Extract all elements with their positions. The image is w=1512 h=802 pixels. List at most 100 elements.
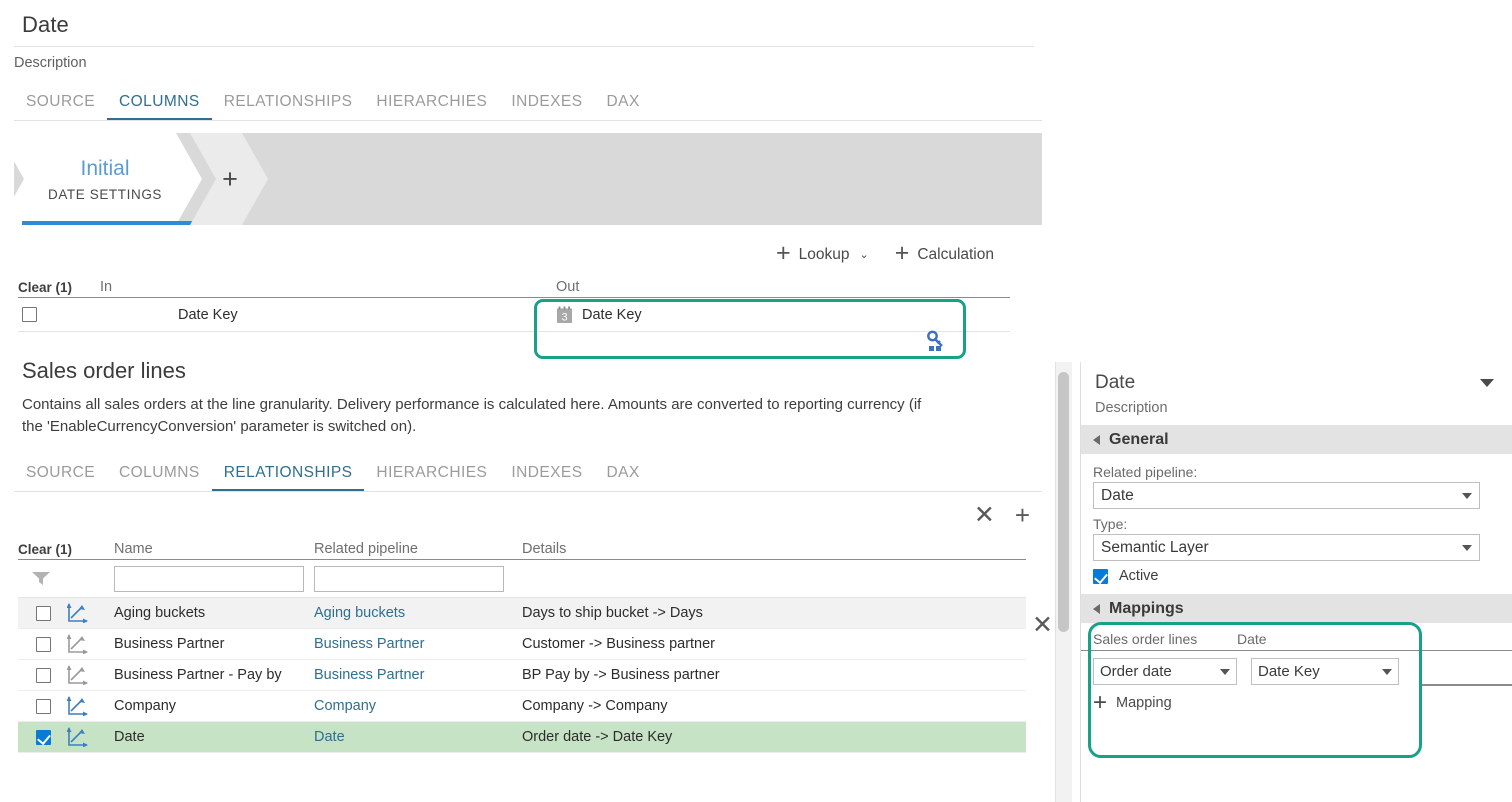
cell-rel-pipeline[interactable]: Company: [314, 698, 522, 714]
sales-tab-hierarchies[interactable]: HIERARCHIES: [364, 460, 499, 491]
row-checkbox[interactable]: [36, 699, 51, 714]
filter-pipeline-input[interactable]: [314, 566, 504, 592]
delete-relationship-icon[interactable]: ✕: [974, 503, 995, 528]
table-row[interactable]: Business Partner - Pay by Business Partn…: [18, 660, 1026, 691]
chevron-down-icon[interactable]: [1480, 379, 1494, 387]
table-row[interactable]: Business Partner Business Partner Custom…: [18, 629, 1026, 660]
row-checkbox[interactable]: [22, 307, 37, 322]
content-scrollbar-thumb[interactable]: [1058, 372, 1069, 632]
section-mappings[interactable]: Mappings: [1081, 594, 1512, 623]
add-mapping-button[interactable]: + Mapping: [1081, 685, 1512, 715]
filter-funnel-cell: [18, 572, 114, 585]
chevron-down-icon: [1462, 493, 1472, 499]
clear-filter-icon[interactable]: ✕: [1032, 610, 1053, 640]
main-content-pane: Date Description SOURCE COLUMNS RELATION…: [0, 0, 1056, 802]
type-select[interactable]: Semantic Layer: [1093, 534, 1480, 561]
relationships-grid-header: Clear (1) Name Related pipeline Details: [18, 536, 1026, 560]
tab-dax[interactable]: DAX: [595, 89, 652, 120]
row-select-cell: [18, 634, 114, 654]
cell-rel-details: BP Pay by -> Business partner: [522, 667, 1026, 683]
calendar-icon: 3: [556, 306, 573, 324]
cell-out-label: Date Key: [582, 307, 642, 323]
mapping-left-value: Order date: [1100, 663, 1172, 680]
table-row[interactable]: Aging buckets Aging buckets Days to ship…: [18, 598, 1026, 629]
properties-title-row: Date: [1081, 362, 1512, 394]
mapping-left-select[interactable]: Order date: [1093, 658, 1237, 685]
row-select-cell: [18, 665, 114, 685]
columns-grid-header: Clear (1) In Out: [18, 272, 1010, 298]
row-select-cell: [18, 696, 114, 716]
rel-header-name: Name: [114, 541, 314, 559]
chevron-down-icon[interactable]: ⌄: [859, 248, 868, 261]
svg-text:3: 3: [561, 311, 567, 323]
mappings-left-header: Sales order lines: [1093, 631, 1237, 647]
cell-rel-name: Business Partner - Pay by: [114, 667, 314, 683]
mappings-header-rule-extension: [1420, 684, 1512, 686]
tab-relationships[interactable]: RELATIONSHIPS: [212, 89, 365, 120]
relationship-icon: [67, 696, 89, 716]
clear-selection-link[interactable]: Clear (1): [18, 280, 100, 297]
cell-rel-name: Company: [114, 698, 314, 714]
triangle-expanded-icon: [1093, 435, 1100, 445]
tab-hierarchies[interactable]: HIERARCHIES: [364, 89, 499, 120]
cell-in-column: Date Key: [100, 307, 536, 323]
relationship-icon: [67, 727, 89, 747]
tab-columns[interactable]: COLUMNS: [107, 89, 212, 120]
active-checkbox[interactable]: [1093, 569, 1108, 584]
sales-tab-source[interactable]: SOURCE: [14, 460, 107, 491]
filter-name-input[interactable]: [114, 566, 304, 592]
step-active-underline: [22, 221, 200, 225]
filter-name-cell: [114, 566, 314, 592]
sales-tab-dax[interactable]: DAX: [595, 460, 652, 491]
properties-description: Description: [1081, 394, 1512, 425]
table-row[interactable]: Date Key 3 Date Key: [18, 298, 1010, 332]
type-value: Semantic Layer: [1101, 539, 1209, 557]
cell-rel-pipeline[interactable]: Business Partner: [314, 667, 522, 683]
tab-source[interactable]: SOURCE: [14, 89, 107, 120]
add-relationship-icon[interactable]: +: [1015, 502, 1030, 528]
sales-tab-relationships[interactable]: RELATIONSHIPS: [212, 460, 365, 491]
mappings-right-header: Date: [1237, 631, 1387, 647]
page-title: Date: [0, 0, 1056, 46]
filter-funnel-icon[interactable]: [32, 572, 50, 585]
rel-clear-selection-link[interactable]: Clear (1): [18, 542, 114, 559]
step-initial[interactable]: Initial DATE SETTINGS: [14, 133, 202, 225]
sales-entity-description: Contains all sales orders at the line gr…: [0, 384, 1000, 438]
row-checkbox[interactable]: [36, 606, 51, 621]
sales-entity-title: Sales order lines: [0, 332, 1056, 384]
rel-header-pipeline: Related pipeline: [314, 541, 522, 559]
add-calculation-label: Calculation: [917, 246, 994, 264]
tab-indexes[interactable]: INDEXES: [499, 89, 594, 120]
cell-rel-pipeline[interactable]: Date: [314, 729, 522, 745]
column-header-out: Out: [536, 279, 1010, 297]
triangle-expanded-icon: [1093, 604, 1100, 614]
cell-rel-details: Customer -> Business partner: [522, 636, 1026, 652]
row-checkbox[interactable]: [36, 730, 51, 745]
general-body: Related pipeline: Date Type: Semantic La…: [1081, 454, 1512, 584]
add-mapping-label: Mapping: [1116, 695, 1172, 711]
sales-tab-indexes[interactable]: INDEXES: [499, 460, 594, 491]
add-lookup-button[interactable]: + Lookup ⌄: [776, 243, 869, 266]
column-header-in: In: [100, 279, 536, 297]
cell-rel-details: Days to ship bucket -> Days: [522, 605, 1026, 621]
properties-title: Date: [1095, 372, 1135, 394]
related-pipeline-select[interactable]: Date: [1093, 482, 1480, 509]
cell-rel-name: Aging buckets: [114, 605, 314, 621]
add-calculation-button[interactable]: + Calculation: [895, 243, 994, 266]
cell-rel-pipeline[interactable]: Business Partner: [314, 636, 522, 652]
step-initial-subtitle: DATE SETTINGS: [48, 187, 162, 202]
table-row-selected[interactable]: Date Date Order date -> Date Key: [18, 722, 1026, 753]
plus-icon: +: [895, 241, 910, 266]
relationship-icon: [67, 603, 89, 623]
step-initial-name: Initial: [80, 157, 129, 181]
row-checkbox[interactable]: [36, 637, 51, 652]
section-general[interactable]: General: [1081, 425, 1512, 454]
cell-rel-pipeline[interactable]: Aging buckets: [314, 605, 522, 621]
active-checkbox-row: Active: [1093, 568, 1480, 584]
table-row[interactable]: Company Company Company -> Company: [18, 691, 1026, 722]
primary-key-icon: [925, 330, 947, 354]
row-checkbox[interactable]: [36, 668, 51, 683]
sales-tab-columns[interactable]: COLUMNS: [107, 460, 212, 491]
mapping-right-select[interactable]: Date Key: [1251, 658, 1399, 685]
cell-rel-details: Company -> Company: [522, 698, 1026, 714]
